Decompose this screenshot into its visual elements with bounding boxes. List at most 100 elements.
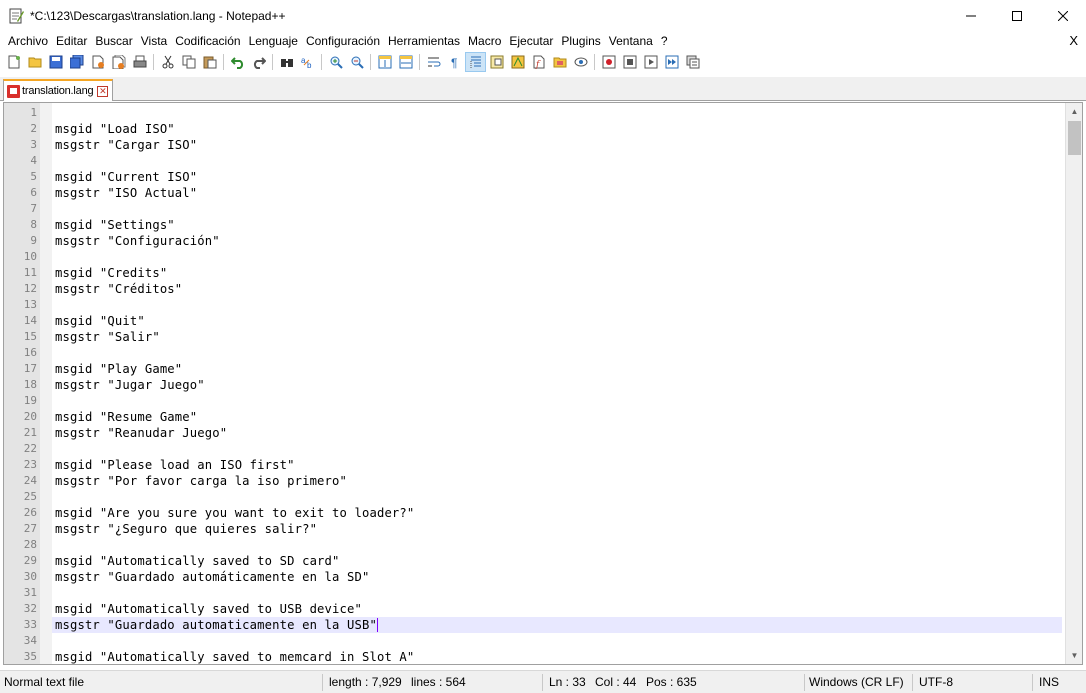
sync-horizontal-button[interactable] xyxy=(395,52,416,72)
close-document-button[interactable]: X xyxy=(1069,31,1078,51)
save-macro-button[interactable] xyxy=(682,52,703,72)
line-number: 28 xyxy=(23,538,37,551)
code-line[interactable] xyxy=(52,585,1062,601)
menu-vista[interactable]: Vista xyxy=(137,31,171,51)
folder-as-workspace-button[interactable]: f xyxy=(528,52,549,72)
scroll-up-arrow-icon[interactable]: ▲ xyxy=(1066,103,1082,120)
code-line[interactable]: msgid "Credits" xyxy=(52,265,1062,281)
code-line[interactable] xyxy=(52,489,1062,505)
text-editor[interactable]: 1 2 msgid "Load ISO" 3 msgstr "Cargar ISO" 4 5… xyxy=(3,102,1083,665)
save-all-button[interactable] xyxy=(66,52,87,72)
code-line[interactable]: msgid "Automatically saved to USB device… xyxy=(52,601,1062,617)
code-line[interactable] xyxy=(52,201,1062,217)
code-line[interactable] xyxy=(52,153,1062,169)
code-line[interactable]: msgid "Automatically saved to SD card" xyxy=(52,553,1062,569)
document-map-button[interactable] xyxy=(486,52,507,72)
cut-button[interactable] xyxy=(157,52,178,72)
code-line[interactable]: msgid "Resume Game" xyxy=(52,409,1062,425)
vertical-scrollbar[interactable]: ▲ ▼ xyxy=(1065,103,1082,664)
code-line[interactable] xyxy=(52,345,1062,361)
code-line[interactable] xyxy=(52,633,1062,649)
status-divider xyxy=(912,674,913,691)
zoom-out-button[interactable] xyxy=(346,52,367,72)
status-eol-format[interactable]: Windows (CR LF) xyxy=(809,671,904,693)
document-list-button[interactable] xyxy=(549,52,570,72)
fold-margin[interactable] xyxy=(40,103,52,664)
code-line[interactable]: msgstr "Jugar Juego" xyxy=(52,377,1062,393)
menu-archivo[interactable]: Archivo xyxy=(0,31,52,51)
save-button[interactable] xyxy=(45,52,66,72)
status-encoding[interactable]: UTF-8 xyxy=(919,671,953,693)
close-all-button[interactable] xyxy=(108,52,129,72)
stop-recording-button[interactable] xyxy=(619,52,640,72)
menu-editar[interactable]: Editar xyxy=(52,31,91,51)
monitoring-button[interactable] xyxy=(570,52,591,72)
code-line[interactable]: msgid "Settings" xyxy=(52,217,1062,233)
code-line[interactable]: msgid "Automatically saved to memcard in… xyxy=(52,649,1062,664)
word-wrap-button[interactable] xyxy=(423,52,444,72)
code-line[interactable] xyxy=(52,393,1062,409)
code-line[interactable]: msgid "Quit" xyxy=(52,313,1062,329)
indent-guide-button[interactable] xyxy=(465,52,486,72)
code-line[interactable]: msgid "Are you sure you want to exit to … xyxy=(52,505,1062,521)
code-line[interactable]: msgstr "ISO Actual" xyxy=(52,185,1062,201)
status-insert-mode[interactable]: INS xyxy=(1039,671,1059,693)
function-list-button[interactable] xyxy=(507,52,528,72)
menu-configuracion[interactable]: Configuración xyxy=(302,31,384,51)
tab-close-button[interactable]: ✕ xyxy=(97,85,109,97)
code-line[interactable]: msgstr "Configuración" xyxy=(52,233,1062,249)
menu-codificacion[interactable]: Codificación xyxy=(171,31,244,51)
play-macro-button[interactable] xyxy=(640,52,661,72)
scroll-down-arrow-icon[interactable]: ▼ xyxy=(1066,647,1082,664)
current-code-line[interactable]: msgstr "Guardado automaticamente en la U… xyxy=(52,617,1062,633)
print-button[interactable] xyxy=(129,52,150,72)
record-macro-button[interactable] xyxy=(598,52,619,72)
tab-translation-lang[interactable]: translation.lang ✕ xyxy=(3,79,113,101)
find-button[interactable] xyxy=(276,52,297,72)
copy-button[interactable] xyxy=(178,52,199,72)
new-file-button[interactable] xyxy=(3,52,24,72)
code-line[interactable]: msgstr "Créditos" xyxy=(52,281,1062,297)
replace-button[interactable]: ab xyxy=(297,52,318,72)
code-line[interactable]: msgid "Current ISO" xyxy=(52,169,1062,185)
run-macro-multiple-button[interactable] xyxy=(661,52,682,72)
zoom-in-button[interactable] xyxy=(325,52,346,72)
zoom-out-icon xyxy=(351,56,364,69)
menu-lenguaje[interactable]: Lenguaje xyxy=(245,31,302,51)
code-line[interactable] xyxy=(52,537,1062,553)
menu-plugins[interactable]: Plugins xyxy=(557,31,604,51)
redo-button[interactable] xyxy=(248,52,269,72)
code-line[interactable]: msgstr "Por favor carga la iso primero" xyxy=(52,473,1062,489)
code-line[interactable]: msgstr "Salir" xyxy=(52,329,1062,345)
open-file-button[interactable] xyxy=(24,52,45,72)
copy-icon xyxy=(182,55,195,69)
code-line[interactable] xyxy=(52,249,1062,265)
menu-herramientas[interactable]: Herramientas xyxy=(384,31,464,51)
code-line[interactable] xyxy=(52,441,1062,457)
code-line[interactable]: msgid "Load ISO" xyxy=(52,121,1062,137)
line-number: 8 xyxy=(30,218,37,231)
scrollbar-thumb[interactable] xyxy=(1068,121,1081,155)
menu-ventana[interactable]: Ventana xyxy=(605,31,657,51)
maximize-button[interactable] xyxy=(994,0,1040,31)
code-line[interactable]: msgid "Play Game" xyxy=(52,361,1062,377)
close-file-button[interactable] xyxy=(87,52,108,72)
undo-button[interactable] xyxy=(227,52,248,72)
menu-macro[interactable]: Macro xyxy=(464,31,505,51)
menu-buscar[interactable]: Buscar xyxy=(91,31,136,51)
minimize-button[interactable] xyxy=(948,0,994,31)
code-line[interactable]: msgstr "Guardado automáticamente en la S… xyxy=(52,569,1062,585)
paste-button[interactable] xyxy=(199,52,220,72)
code-line[interactable]: msgstr "Reanudar Juego" xyxy=(52,425,1062,441)
show-all-characters-button[interactable]: ¶ xyxy=(444,52,465,72)
sync-vertical-button[interactable] xyxy=(374,52,395,72)
code-line[interactable]: msgid "Please load an ISO first" xyxy=(52,457,1062,473)
code-line[interactable]: msgstr "¿Seguro que quieres salir?" xyxy=(52,521,1062,537)
close-icon xyxy=(92,55,104,69)
code-line[interactable] xyxy=(52,297,1062,313)
menu-help[interactable]: ? xyxy=(657,31,672,51)
code-line[interactable] xyxy=(52,105,1062,121)
code-line[interactable]: msgstr "Cargar ISO" xyxy=(52,137,1062,153)
menu-ejecutar[interactable]: Ejecutar xyxy=(505,31,557,51)
close-window-button[interactable] xyxy=(1040,0,1086,31)
